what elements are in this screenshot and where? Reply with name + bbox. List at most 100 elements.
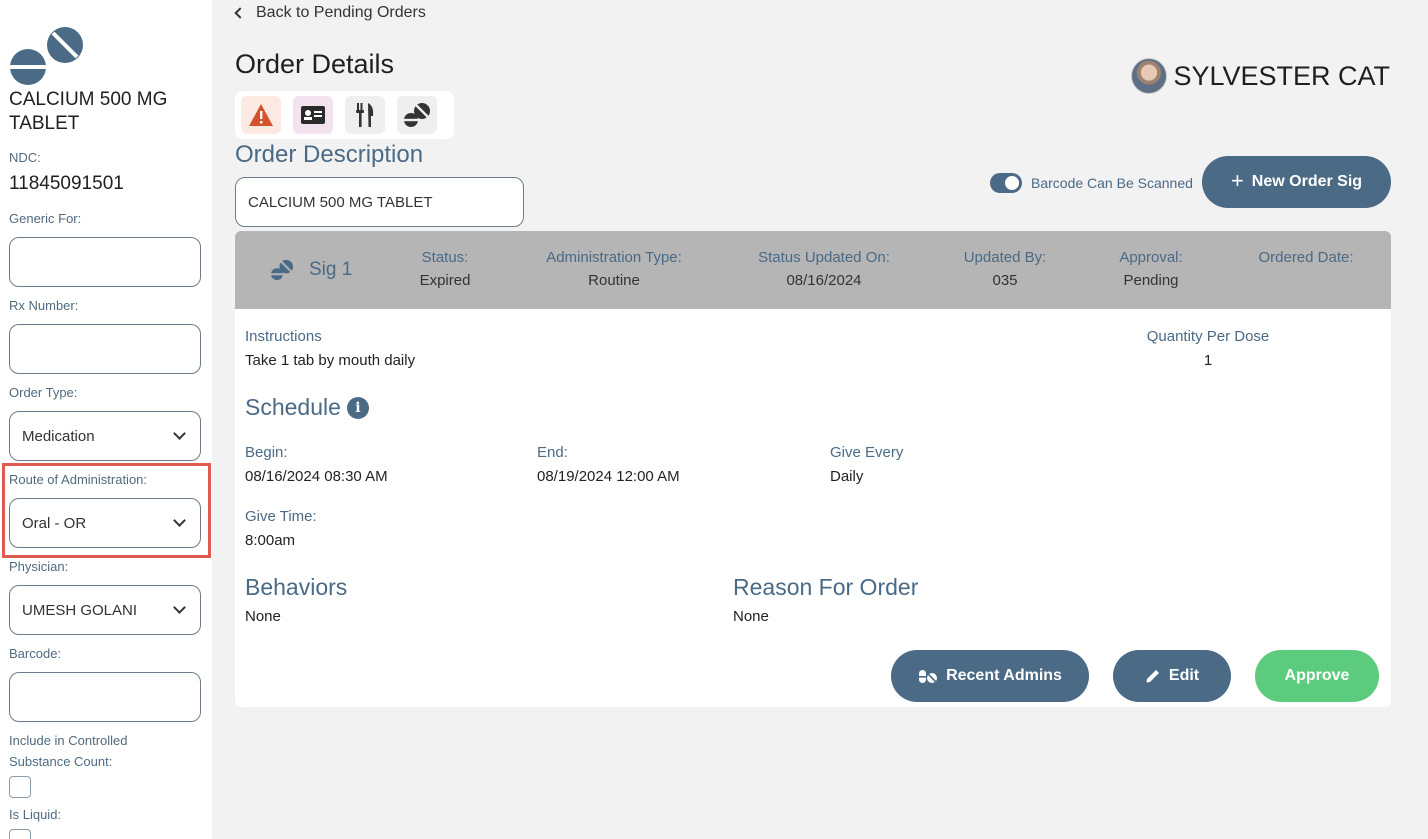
pills-icon xyxy=(404,103,430,127)
back-to-pending-orders-link[interactable]: Back to Pending Orders xyxy=(234,4,426,22)
barcode-label: Barcode: xyxy=(9,646,62,661)
approve-button[interactable]: Approve xyxy=(1255,650,1379,702)
pencil-icon xyxy=(1146,670,1159,683)
sig-title-label: Sig 1 xyxy=(309,259,353,280)
quantity-per-dose-value: 1 xyxy=(1203,352,1213,369)
page-title: Order Details xyxy=(235,49,395,79)
barcode-scan-toggle-label: Barcode Can Be Scanned xyxy=(1031,175,1193,191)
order-type-select[interactable]: Medication xyxy=(9,411,201,461)
ndc-label: NDC: xyxy=(9,150,41,165)
sidebar: CALCIUM 500 MG TABLET NDC: 11845091501 G… xyxy=(0,0,212,839)
sig-admin-type-value: Routine xyxy=(588,272,640,289)
controlled-substance-checkbox[interactable] xyxy=(9,776,31,798)
plus-icon: + xyxy=(1230,167,1244,193)
sig-title: Sig 1 xyxy=(269,259,352,281)
id-card-button[interactable] xyxy=(293,96,333,134)
give-time-label: Give Time: xyxy=(245,508,317,525)
patient-header: SYLVESTER CAT xyxy=(1131,58,1390,94)
reason-for-order-value: None xyxy=(733,608,769,625)
recent-admins-button[interactable]: Recent Admins xyxy=(891,650,1089,702)
order-type-label: Order Type: xyxy=(9,385,78,400)
sig-status-updated-label: Status Updated On: xyxy=(758,249,890,266)
order-description-heading: Order Description xyxy=(235,141,424,168)
sig-status-label: Status: xyxy=(421,249,469,266)
id-card-icon xyxy=(301,106,325,124)
route-select[interactable]: Oral - OR xyxy=(9,498,201,548)
rx-number-label: Rx Number: xyxy=(9,298,79,313)
info-icon[interactable]: i xyxy=(346,396,369,419)
barcode-scan-toggle-group: Barcode Can Be Scanned xyxy=(990,173,1193,193)
utensils-button[interactable] xyxy=(345,96,385,134)
sig-updated-by-label: Updated By: xyxy=(963,249,1047,266)
give-every-value: Daily xyxy=(830,468,864,485)
sig-card-header: Sig 1 Status: Expired Administration Typ… xyxy=(235,231,1391,309)
order-description-input[interactable]: CALCIUM 500 MG TABLET xyxy=(235,177,524,227)
pills-icon xyxy=(271,259,293,281)
give-time-value: 8:00am xyxy=(245,532,296,549)
end-label: End: xyxy=(537,444,568,461)
sig-admin-type-col: Administration Type: Routine xyxy=(529,249,699,289)
sig-card: Sig 1 Status: Expired Administration Typ… xyxy=(235,231,1391,707)
warning-button[interactable] xyxy=(241,96,281,134)
chevron-down-icon xyxy=(173,427,186,440)
sig-approval-label: Approval: xyxy=(1119,249,1183,266)
sig-admin-type-label: Administration Type: xyxy=(546,249,682,266)
pills-logo-icon xyxy=(10,27,83,85)
controlled-substance-label-1: Include in Controlled xyxy=(9,733,128,748)
pills-button[interactable] xyxy=(397,96,437,134)
approve-label: Approve xyxy=(1284,667,1350,684)
edit-label: Edit xyxy=(1168,667,1200,684)
physician-value: UMESH GOLANI xyxy=(22,601,138,619)
order-type-value: Medication xyxy=(22,427,95,445)
route-label: Route of Administration: xyxy=(9,472,148,487)
quantity-per-dose-label: Quantity Per Dose xyxy=(1146,328,1270,345)
chevron-down-icon xyxy=(173,514,186,527)
physician-label: Physician: xyxy=(9,559,69,574)
behaviors-value: None xyxy=(245,608,281,625)
is-liquid-checkbox[interactable] xyxy=(9,829,31,839)
patient-avatar xyxy=(1131,58,1168,94)
sig-updated-by-col: Updated By: 035 xyxy=(945,249,1065,289)
barcode-input[interactable] xyxy=(9,672,201,722)
back-link-label: Back to Pending Orders xyxy=(256,4,426,21)
barcode-scan-toggle[interactable] xyxy=(990,173,1022,193)
sig-ordered-date-label: Ordered Date: xyxy=(1258,249,1354,266)
rx-number-input[interactable] xyxy=(9,324,201,374)
behaviors-heading: Behaviors xyxy=(245,574,348,600)
route-value: Oral - OR xyxy=(22,514,87,532)
sig-approval-col: Approval: Pending xyxy=(1101,249,1201,289)
utensils-icon xyxy=(356,103,374,127)
reason-for-order-heading: Reason For Order xyxy=(733,574,919,600)
begin-label: Begin: xyxy=(245,444,288,461)
end-value: 08/19/2024 12:00 AM xyxy=(537,468,680,485)
chevron-left-icon xyxy=(234,7,246,19)
is-liquid-label: Is Liquid: xyxy=(9,807,62,822)
sig-ordered-date-col: Ordered Date: xyxy=(1241,249,1371,272)
sig-status-updated-col: Status Updated On: 08/16/2024 xyxy=(739,249,909,289)
warning-icon xyxy=(249,104,273,126)
drug-name: CALCIUM 500 MG TABLET xyxy=(9,89,168,134)
ndc-value: 11845091501 xyxy=(9,173,124,194)
sig-status-col: Status: Expired xyxy=(395,249,495,289)
schedule-heading: Schedule i xyxy=(245,394,369,421)
capsules-icon xyxy=(919,670,938,683)
generic-for-input[interactable] xyxy=(9,237,201,287)
edit-button[interactable]: Edit xyxy=(1113,650,1231,702)
sig-status-updated-value: 08/16/2024 xyxy=(786,272,862,289)
instructions-value: Take 1 tab by mouth daily xyxy=(245,352,416,369)
order-icon-strip xyxy=(235,91,454,139)
begin-value: 08/16/2024 08:30 AM xyxy=(245,468,388,485)
chevron-down-icon xyxy=(173,601,186,614)
schedule-heading-label: Schedule xyxy=(245,394,341,420)
sig-updated-by-value: 035 xyxy=(992,272,1018,289)
sig-approval-value: Pending xyxy=(1123,272,1179,289)
sig-status-value: Expired xyxy=(419,272,471,289)
instructions-label: Instructions xyxy=(245,328,322,345)
physician-select[interactable]: UMESH GOLANI xyxy=(9,585,201,635)
new-order-sig-label: New Order Sig xyxy=(1251,173,1363,190)
give-every-label: Give Every xyxy=(830,444,904,461)
recent-admins-label: Recent Admins xyxy=(946,667,1062,684)
controlled-substance-label-2: Substance Count: xyxy=(9,754,113,769)
new-order-sig-button[interactable]: + New Order Sig xyxy=(1202,156,1391,208)
generic-for-label: Generic For: xyxy=(9,211,82,226)
